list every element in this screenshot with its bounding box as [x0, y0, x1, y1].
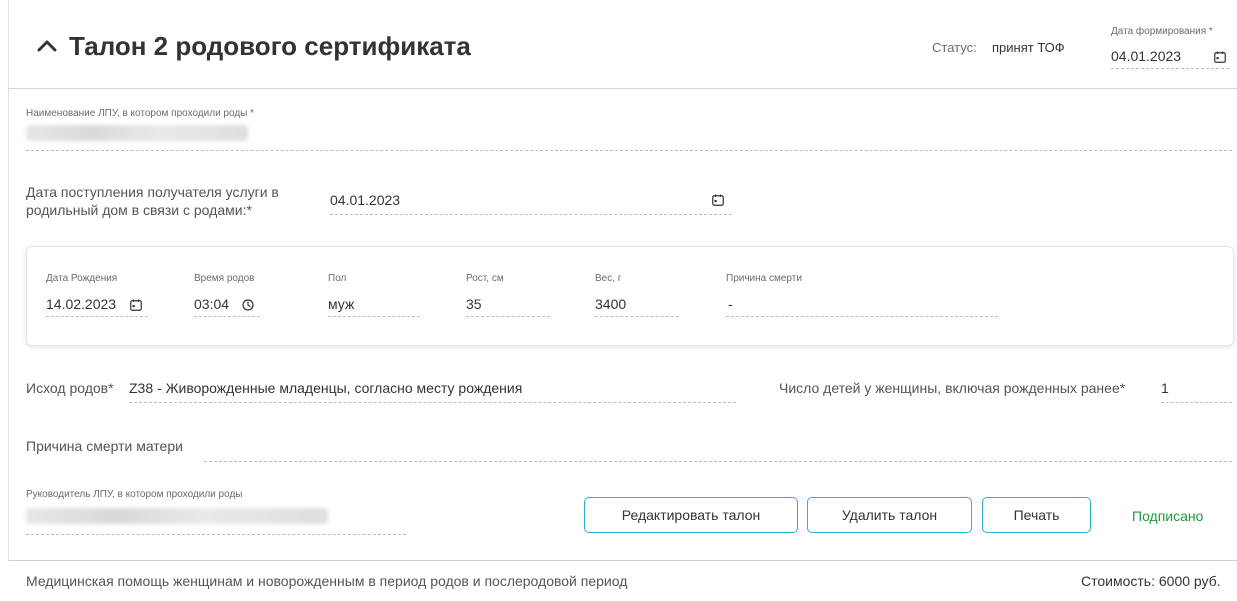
weight-label: Вес, г: [595, 273, 622, 284]
status-value: принят ТОФ: [992, 40, 1065, 55]
calendar-icon[interactable]: [712, 194, 724, 206]
admission-date-label: Дата поступления получателя услуги в род…: [26, 184, 279, 218]
admission-date-field[interactable]: 04.01.2023: [330, 190, 732, 215]
outcome-label: Исход родов*: [26, 380, 114, 396]
birth-date-label: Дата Рождения: [46, 273, 118, 284]
calendar-icon[interactable]: [130, 299, 142, 311]
head-lpu-field[interactable]: [26, 515, 406, 535]
formation-date-value: 04.01.2023: [1111, 48, 1182, 64]
outcome-value: Z38 - Живорожденные младенцы, согласно м…: [129, 380, 523, 396]
head-lpu-label: Руководитель ЛПУ, в котором проходили ро…: [26, 489, 243, 500]
birth-time-label: Время родов: [194, 273, 255, 284]
card-header: Талон 2 родового сертификата: [35, 26, 471, 66]
sex-field[interactable]: муж: [328, 294, 420, 317]
birth-time-field[interactable]: 03:04: [194, 294, 260, 317]
print-button[interactable]: Печать: [982, 497, 1091, 533]
lpu-name-label: Наименование ЛПУ, в котором проходили ро…: [26, 108, 255, 119]
height-field[interactable]: 35: [466, 294, 550, 317]
edit-coupon-button[interactable]: Редактировать талон: [584, 497, 798, 533]
height-value: 35: [466, 296, 482, 312]
status-label: Статус:: [932, 40, 977, 55]
header-divider: [8, 88, 1237, 89]
sex-value: муж: [328, 296, 355, 312]
children-count-label: Число детей у женщины, включая рожденных…: [779, 380, 1126, 396]
page-title: Талон 2 родового сертификата: [69, 30, 471, 61]
clock-icon[interactable]: [242, 299, 254, 311]
formation-date-label: Дата формирования *: [1111, 26, 1213, 37]
calendar-icon[interactable]: [1214, 51, 1226, 63]
lpu-name-field[interactable]: [26, 150, 1232, 151]
birth-date-field[interactable]: 14.02.2023: [46, 294, 148, 317]
chevron-up-icon[interactable]: [35, 34, 59, 58]
sex-label: Пол: [328, 273, 347, 284]
formation-date-field[interactable]: 04.01.2023: [1111, 44, 1229, 69]
delete-coupon-button[interactable]: Удалить талон: [807, 497, 972, 533]
death-cause-label: Причина смерти: [726, 273, 802, 284]
death-cause-field[interactable]: -: [726, 294, 998, 317]
admission-date-value: 04.01.2023: [330, 192, 401, 208]
service-description: Медицинская помощь женщинам и новорожден…: [26, 573, 628, 589]
weight-field[interactable]: 3400: [595, 294, 679, 317]
birth-time-value: 03:04: [194, 296, 230, 312]
birth-date-value: 14.02.2023: [46, 296, 117, 312]
height-label: Рост, см: [466, 273, 504, 284]
children-count-value: 1: [1161, 380, 1169, 396]
children-count-field[interactable]: 1: [1161, 378, 1232, 403]
lpu-name-value-redacted: [26, 125, 248, 141]
weight-value: 3400: [595, 296, 627, 312]
mother-death-field[interactable]: [204, 440, 1232, 462]
outcome-field[interactable]: Z38 - Живорожденные младенцы, согласно м…: [129, 378, 736, 403]
mother-death-label: Причина смерти матери: [26, 438, 183, 454]
service-cost: Стоимость: 6000 руб.: [1081, 573, 1221, 589]
signed-status: Подписано: [1132, 508, 1204, 524]
death-cause-value: -: [728, 296, 733, 312]
